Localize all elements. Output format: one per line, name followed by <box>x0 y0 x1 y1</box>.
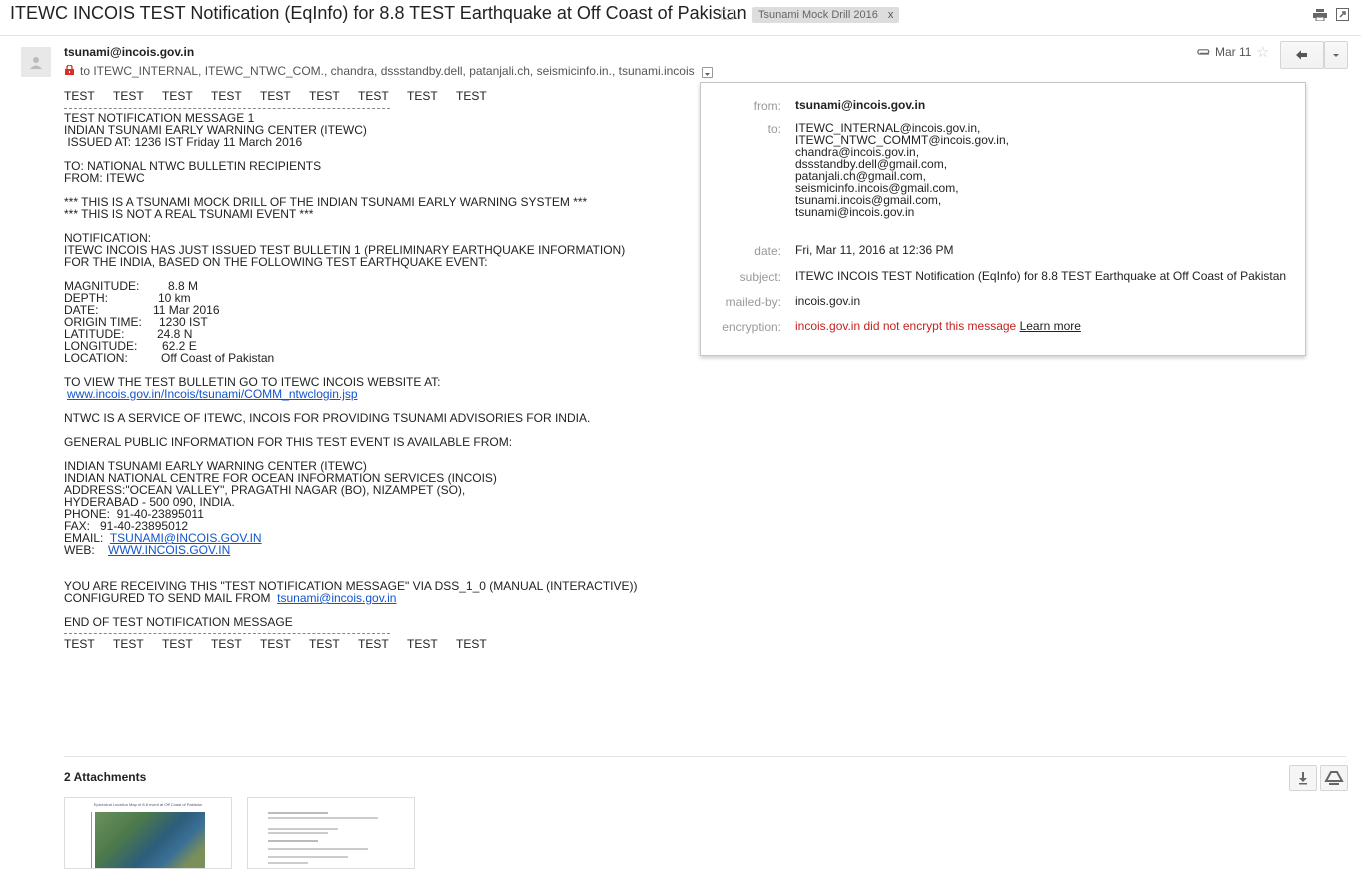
body-line: ISSUED AT: 1236 IST Friday 11 March 2016 <box>64 135 303 149</box>
drive-icon <box>1324 771 1344 785</box>
email-body: TEST TEST TEST TEST TEST TEST TEST TEST TEST TES… <box>64 89 704 651</box>
web-label: WEB: <box>64 543 95 557</box>
message-date: Mar 11 <box>1215 45 1252 59</box>
attachments-divider <box>64 756 1346 757</box>
more-icon <box>1333 54 1339 57</box>
web-link[interactable]: WWW.INCOIS.GOV.IN <box>108 543 230 557</box>
email-subject: ITEWC INCOIS TEST Notification (EqInfo) … <box>10 3 747 23</box>
configured-link[interactable]: tsunami@incois.gov.in <box>277 591 396 605</box>
bulletin-link[interactable]: www.incois.gov.in/Incois/tsunami/COMM_nt… <box>67 387 358 401</box>
event-location: LOCATION: Off Coast of Pakistan <box>64 351 275 365</box>
map-thumb-title: Epicentral Location Map of 8.8 event at … <box>93 802 203 807</box>
doc-line <box>268 840 318 842</box>
subject-value: ITEWC INCOIS TEST Notification (EqInfo) … <box>795 269 1287 283</box>
map-image <box>95 812 205 868</box>
header-divider <box>0 35 1361 36</box>
from-value[interactable]: tsunami@incois.gov.in <box>795 99 925 111</box>
date-value: Fri, Mar 11, 2016 at 12:36 PM <box>795 243 954 257</box>
doc-line <box>268 848 368 850</box>
body-line: *** THIS IS NOT A REAL TSUNAMI EVENT *** <box>64 207 314 221</box>
lock-icon <box>65 65 74 75</box>
event-latitude: LATITUDE: 24.8 N <box>64 327 193 341</box>
body-line: FROM: ITEWC <box>64 171 145 185</box>
attachment-thumbnail-map[interactable]: Epicentral Location Map of 8.8 event at … <box>64 797 232 869</box>
download-icon <box>1299 772 1307 785</box>
doc-line <box>268 862 308 864</box>
download-all-button[interactable] <box>1289 765 1317 791</box>
learn-more-link[interactable]: Learn more <box>1020 319 1081 333</box>
separator <box>64 103 390 109</box>
label-chip[interactable]: Tsunami Mock Drill 2016 x <box>752 7 900 23</box>
to-list: ITEWC_INTERNAL@incois.gov.in, ITEWC_NTWC… <box>795 122 1009 218</box>
doc-line <box>268 817 378 819</box>
body-line: END OF TEST NOTIFICATION MESSAGE <box>64 615 293 629</box>
body-line: FOR THE INDIA, BASED ON THE FOLLOWING TE… <box>64 255 488 269</box>
chevron-down-icon <box>705 73 710 76</box>
paperclip-icon <box>1197 49 1210 55</box>
body-line: TO: NATIONAL NTWC BULLETIN RECIPIENTS <box>64 159 322 173</box>
body-line: NTWC IS A SERVICE OF ITEWC, INCOIS FOR P… <box>64 411 591 425</box>
to-address[interactable]: tsunami@incois.gov.in <box>795 206 1009 218</box>
remove-label-button[interactable]: x <box>888 9 894 21</box>
test-banner-top: TEST TEST TEST TEST TEST TEST TEST TEST TEST <box>64 89 487 103</box>
encryption-label: encryption: <box>722 320 781 334</box>
more-options-button[interactable] <box>1324 41 1348 69</box>
doc-line <box>268 832 328 834</box>
attachments-title: 2 Attachments <box>64 770 147 784</box>
save-to-drive-button[interactable] <box>1320 765 1348 791</box>
show-details-button[interactable] <box>702 67 713 78</box>
reply-button[interactable] <box>1280 41 1324 69</box>
mailed-by-value: incois.gov.in <box>795 294 861 308</box>
message-details-popup: from: tsunami@incois.gov.in to: ITEWC_IN… <box>700 82 1306 356</box>
subject-label: subject: <box>739 270 781 284</box>
configured-label: CONFIGURED TO SEND MAIL FROM <box>64 591 271 605</box>
doc-line <box>268 828 338 830</box>
test-banner-bottom: TEST TEST TEST TEST TEST TEST TEST TEST TEST <box>64 637 487 651</box>
mailed-by-label: mailed-by: <box>725 295 781 309</box>
attachment-thumbnail-text[interactable] <box>247 797 415 869</box>
event-longitude: LONGITUDE: 62.2 E <box>64 339 197 353</box>
reply-icon <box>1296 50 1307 60</box>
label-chip-text: Tsunami Mock Drill 2016 <box>758 9 878 21</box>
body-line: GENERAL PUBLIC INFORMATION FOR THIS TEST… <box>64 435 513 449</box>
encryption-value: incois.gov.in did not encrypt this messa… <box>795 319 1017 333</box>
from-label: from: <box>753 99 781 113</box>
date-label: date: <box>754 244 781 258</box>
person-icon <box>30 57 42 69</box>
print-icon[interactable] <box>1313 9 1327 21</box>
to-label: to: <box>767 122 781 136</box>
importance-marker[interactable] <box>721 9 734 20</box>
new-window-icon[interactable] <box>1336 8 1349 21</box>
star-icon[interactable]: ☆ <box>1256 43 1269 61</box>
avatar[interactable] <box>21 47 51 77</box>
recipients-summary: to ITEWC_INTERNAL, ITEWC_NTWC_COM., chan… <box>80 64 695 78</box>
map-axis <box>85 812 92 868</box>
doc-line <box>268 856 348 858</box>
sender-email[interactable]: tsunami@incois.gov.in <box>64 45 194 59</box>
doc-line <box>268 812 328 814</box>
